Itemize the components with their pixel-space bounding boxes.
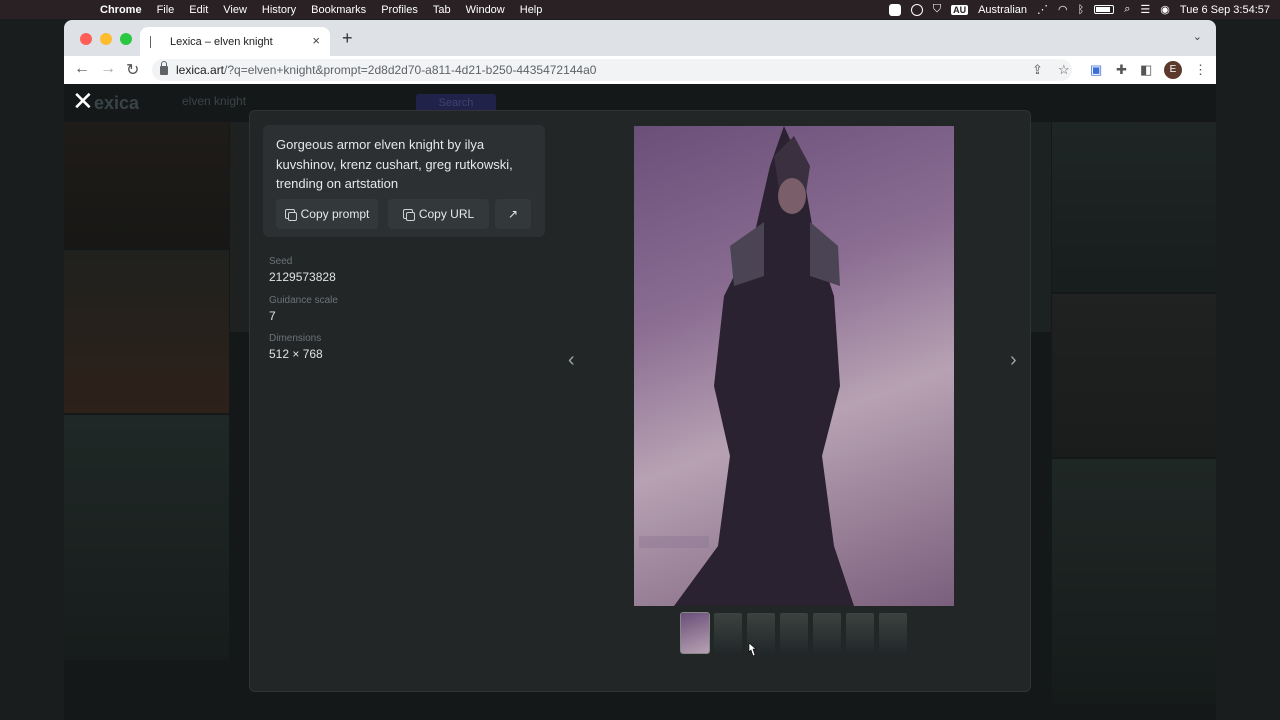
menu-extras: ⛉ AU Australian ⋰ ◠ ᛒ ⌕ ☰ ◉ Tue 6 Sep 3:… [888,0,1270,19]
tab-lexica[interactable]: Lexica – elven knight × [140,27,330,56]
close-tab-icon[interactable]: × [312,33,320,48]
menu-edit[interactable]: Edit [189,4,208,16]
knight-figure [639,126,854,606]
lexica-page: exica elven knight Search ✕ Gorgeous arm… [64,84,1216,720]
mouse-cursor-icon [748,643,757,657]
thumbnail-4[interactable] [780,613,808,653]
stop-record-icon[interactable] [888,3,901,16]
copy-prompt-button[interactable]: Copy prompt [276,199,378,229]
siri-icon[interactable]: ◉ [1160,3,1170,16]
activity-icon[interactable]: ⋰ [1037,3,1048,16]
address-bar[interactable]: lexica.art/?q=elven+knight&prompt=2d8d2d… [152,59,1072,81]
menu-tab[interactable]: Tab [433,4,451,16]
search-icon[interactable]: ⌕ [1124,3,1130,16]
copy-prompt-label: Copy prompt [300,207,370,221]
external-link-icon: ↗ [507,207,519,221]
bluetooth-icon[interactable]: ᛒ [1078,4,1085,16]
image-detail-modal: Gorgeous armor elven knight by ilya kuvs… [249,110,1031,692]
copy-icon [402,209,415,221]
tab-search-chevron-icon[interactable]: ⌄ [1193,30,1202,43]
extensions-puzzle-icon[interactable]: ✚ [1116,62,1127,78]
seed-label: Seed [269,256,293,267]
reload-icon[interactable]: ↻ [126,60,139,80]
close-icon[interactable]: ✕ [72,88,94,114]
menu-view[interactable]: View [223,4,247,16]
macos-menu-bar: Chrome File Edit View History Bookmarks … [0,0,1280,19]
menu-window[interactable]: Window [466,4,505,16]
menu-profiles[interactable]: Profiles [381,4,418,16]
input-source-icon[interactable]: AU [951,4,969,15]
tab-title: Lexica – elven knight [170,35,273,48]
thumbnail-1[interactable] [680,612,710,654]
copy-icon [284,209,297,221]
tab-strip: Lexica – elven knight × + ⌄ [64,20,1216,56]
guidance-value: 7 [269,309,276,323]
close-window-icon[interactable] [80,33,92,45]
generated-image[interactable] [634,126,954,606]
seed-value: 2129573828 [269,270,336,284]
previous-image-arrow-icon[interactable]: ‹ [568,349,575,372]
url-host: lexica.art [176,63,225,77]
search-input: elven knight [182,94,247,108]
open-external-button[interactable]: ↗ [495,199,531,229]
bookmark-star-icon[interactable]: ☆ [1058,62,1070,78]
share-icon[interactable]: ⇪ [1032,62,1043,78]
minimize-window-icon[interactable] [100,33,112,45]
thumbnail-5[interactable] [813,613,841,653]
shield-icon[interactable]: ⛉ [933,3,941,16]
thumbnail-6[interactable] [846,613,874,653]
menu-bookmarks[interactable]: Bookmarks [311,4,366,16]
prompt-card: Gorgeous armor elven knight by ilya kuvs… [263,125,545,237]
next-image-arrow-icon[interactable]: › [1010,349,1017,372]
back-icon[interactable]: ← [74,60,90,78]
control-center-icon[interactable]: ☰ [1140,3,1150,16]
extension-icon[interactable]: ▣ [1090,62,1102,78]
play-icon[interactable] [910,3,923,16]
input-source-label[interactable]: Australian [978,4,1027,16]
profile-avatar[interactable]: E [1164,61,1182,79]
forward-icon[interactable]: → [100,60,116,78]
browser-toolbar: ← → ↻ lexica.art/?q=elven+knight&prompt=… [64,56,1216,84]
menu-help[interactable]: Help [520,4,543,16]
guidance-label: Guidance scale [269,295,338,306]
thumbnail-2[interactable] [714,613,742,653]
url-path: /?q=elven+knight&prompt=2d8d2d70-a811-4d… [224,63,597,77]
dimensions-label: Dimensions [269,333,322,344]
copy-url-button[interactable]: Copy URL [388,199,489,229]
wifi-icon[interactable]: ◠ [1058,3,1068,16]
kebab-menu-icon[interactable]: ⋮ [1194,62,1207,78]
prompt-text: Gorgeous armor elven knight by ilya kuvs… [276,137,513,191]
clock[interactable]: Tue 6 Sep 3:54:57 [1180,4,1270,16]
favicon-icon [150,35,160,48]
menu-app-chrome[interactable]: Chrome [100,4,142,16]
copy-url-label: Copy URL [418,207,475,221]
dimensions-value: 512 × 768 [269,347,323,361]
battery-icon[interactable] [1094,5,1115,14]
zoom-window-icon[interactable] [120,33,132,45]
lexica-logo: exica [94,93,140,113]
lock-icon[interactable] [160,60,168,75]
menu-file[interactable]: File [157,4,175,16]
side-panel-icon[interactable]: ◧ [1140,62,1152,78]
menu-history[interactable]: History [262,4,296,16]
new-tab-icon[interactable]: + [342,28,353,49]
browser-window: Lexica – elven knight × + ⌄ ← → ↻ lexica… [64,20,1216,720]
thumbnail-7[interactable] [879,613,907,653]
